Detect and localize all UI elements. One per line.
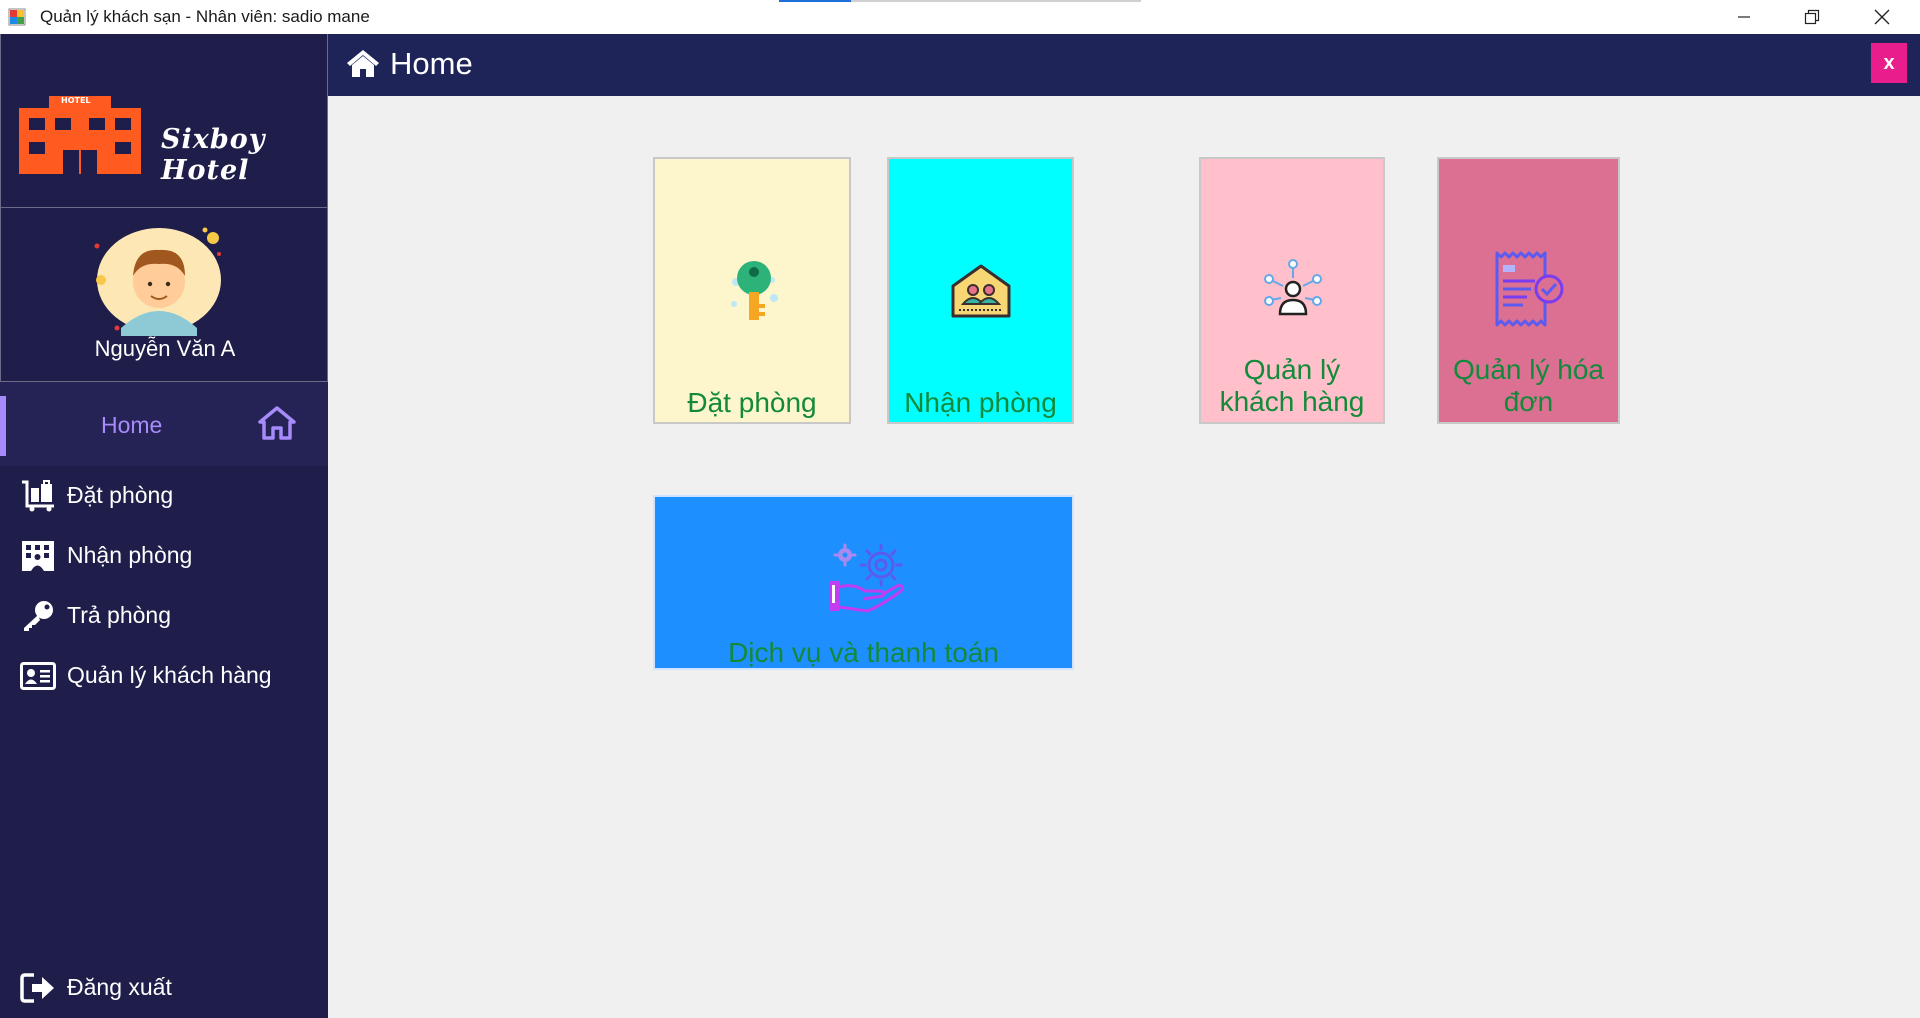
logout-icon — [20, 973, 54, 1003]
tile-dich-vu-thanh-toan[interactable]: Dịch vụ và thanh toán — [653, 495, 1074, 670]
sidebar-item-quan-ly-khach-hang[interactable]: Quản lý khách hàng — [0, 648, 328, 704]
tile-label-line1: Quản lý hóa — [1453, 354, 1604, 385]
restore-icon — [1804, 9, 1820, 25]
restore-button[interactable] — [1778, 0, 1846, 34]
page-title: Home — [390, 46, 473, 81]
tile-label-line1: Quản lý — [1243, 354, 1341, 385]
page-header: Home x — [328, 34, 1920, 96]
titlebar-accent-track — [851, 0, 1141, 2]
service-gears-icon — [829, 543, 905, 613]
minimize-button[interactable] — [1710, 0, 1778, 34]
sidebar-item-label: Quản lý khách hàng — [67, 662, 272, 688]
avatar — [94, 227, 221, 336]
building-icon — [22, 541, 54, 571]
sidebar-item-tra-phong[interactable]: Trả phòng — [0, 588, 328, 644]
tile-nhan-phong[interactable]: Nhận phòng — [887, 157, 1074, 424]
tile-label-line2: khách hàng — [1219, 386, 1365, 417]
sidebar-item-label: Trả phòng — [67, 602, 171, 628]
sidebar: HOTEL Sixboy Hotel Nguyễn Văn A Home Đặt… — [0, 34, 328, 1018]
sidebar-item-label: Nhận phòng — [67, 542, 193, 568]
tile-quan-ly-hoa-don[interactable]: Quản lý hóa đơn — [1437, 157, 1620, 424]
tile-label: Đặt phòng — [687, 387, 817, 418]
close-icon — [1874, 9, 1890, 25]
sidebar-item-home[interactable]: Home — [0, 382, 328, 466]
home-icon — [347, 50, 379, 77]
user-name: Nguyễn Văn A — [94, 336, 236, 361]
sidebar-item-label: Đăng xuất — [67, 974, 172, 1000]
window-close-button[interactable] — [1848, 0, 1916, 34]
house-people-icon — [951, 264, 1011, 318]
user-network-icon — [1264, 259, 1322, 316]
profile-panel: Nguyễn Văn A — [0, 208, 328, 382]
hotel-logo-icon — [19, 96, 141, 174]
app-icon — [8, 8, 26, 26]
close-button[interactable]: x — [1871, 43, 1907, 83]
tile-label-line2: đơn — [1503, 386, 1554, 417]
titlebar-accent — [779, 0, 851, 2]
sidebar-item-dat-phong[interactable]: Đặt phòng — [0, 468, 328, 524]
tile-dat-phong[interactable]: Đặt phòng — [653, 157, 851, 424]
key-icon — [731, 261, 778, 320]
window-titlebar: Quản lý khách sạn - Nhân viên: sadio man… — [0, 0, 1920, 34]
id-card-icon — [20, 662, 56, 690]
key-icon — [24, 601, 53, 631]
hotel-logo-text: HOTEL — [61, 96, 91, 105]
logo-panel: HOTEL Sixboy Hotel — [0, 34, 328, 208]
active-indicator — [0, 396, 6, 456]
brand-name: Sixboy Hotel — [161, 124, 266, 186]
invoice-icon — [1495, 251, 1564, 327]
sidebar-item-label: Đặt phòng — [67, 482, 174, 508]
minimize-icon — [1738, 16, 1750, 18]
sidebar-item-label: Home — [101, 412, 163, 438]
tile-label: Nhận phòng — [904, 387, 1057, 418]
sidebar-item-nhan-phong[interactable]: Nhận phòng — [0, 528, 328, 584]
tile-label: Dịch vụ và thanh toán — [728, 637, 999, 668]
luggage-cart-icon — [22, 480, 54, 512]
home-icon — [258, 406, 296, 440]
window-title: Quản lý khách sạn - Nhân viên: sadio man… — [40, 7, 370, 26]
tile-quan-ly-khach-hang[interactable]: Quản lý khách hàng — [1199, 157, 1385, 424]
sidebar-item-logout[interactable]: Đăng xuất — [0, 960, 328, 1016]
